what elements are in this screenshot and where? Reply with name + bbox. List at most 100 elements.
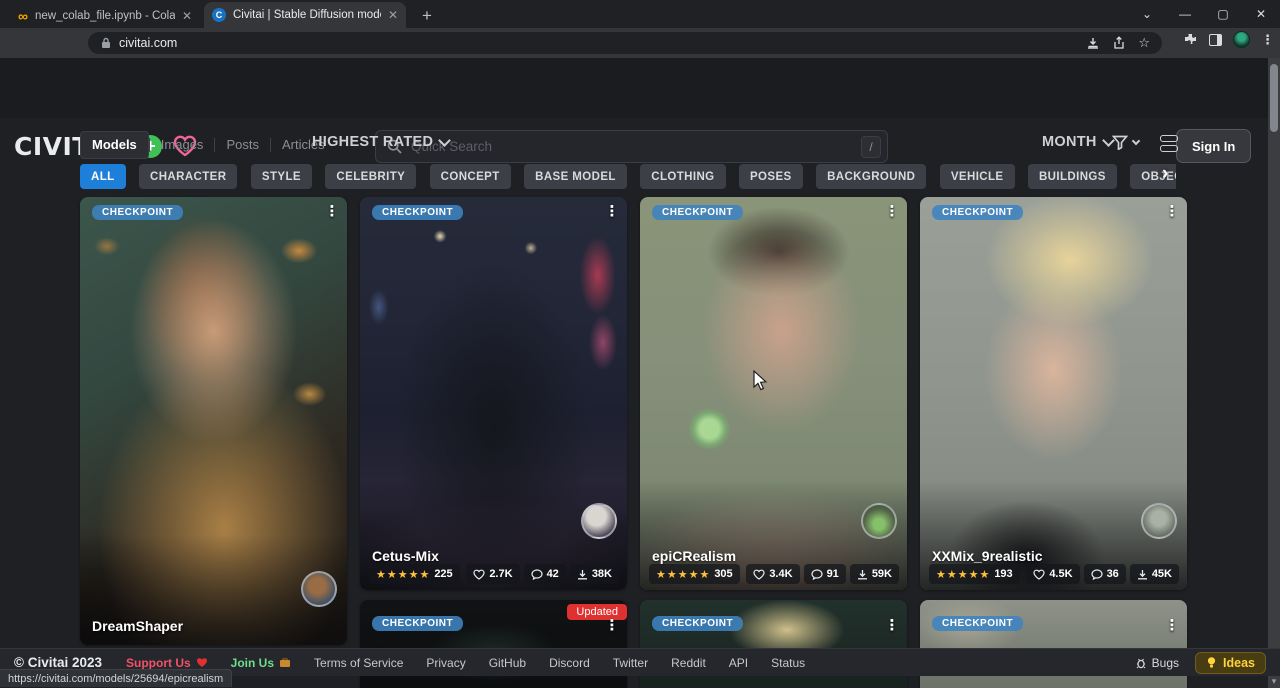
minimize-button[interactable]: — [1166, 7, 1204, 21]
model-card-xxmix9realistic[interactable]: CHECKPOINT ⋮ XXMix_9realistic 193 4.5K 3… [920, 197, 1187, 590]
scrollbar-thumb[interactable] [1270, 64, 1278, 132]
footer-link-support-us[interactable]: Support Us [126, 656, 208, 670]
footer-link-privacy[interactable]: Privacy [426, 656, 465, 670]
scrollbar-down-icon[interactable]: ▾ [1268, 676, 1280, 687]
chips-scroll-right-icon[interactable]: › [1162, 163, 1168, 185]
address-bar[interactable]: civitai.com ☆ [88, 32, 1162, 54]
footer-link-discord[interactable]: Discord [549, 656, 590, 670]
briefcase-icon [279, 657, 291, 668]
close-button[interactable]: ✕ [1242, 7, 1280, 21]
download-icon [1137, 569, 1148, 580]
star-rating-icon [936, 568, 990, 581]
card-menu-icon[interactable]: ⋮ [603, 202, 621, 220]
comment-icon [811, 569, 823, 580]
card-menu-icon[interactable]: ⋮ [883, 202, 901, 220]
bookmark-star-icon[interactable]: ☆ [1138, 36, 1150, 50]
bug-icon [1135, 657, 1147, 669]
chip-all[interactable]: ALL [80, 164, 126, 189]
footer-link-api[interactable]: API [729, 656, 748, 670]
card-menu-icon[interactable]: ⋮ [603, 616, 621, 634]
creator-avatar[interactable] [581, 503, 617, 539]
model-card-epicrealism[interactable]: CHECKPOINT ⋮ epiCRealism 305 3.4K 91 59K [640, 197, 907, 590]
footer-link-twitter[interactable]: Twitter [613, 656, 648, 670]
screen: ∞ new_colab_file.ipynb - Colaborat ✕ C C… [0, 0, 1280, 688]
model-card-dreamshaper[interactable]: CHECKPOINT ⋮ DreamShaper [80, 197, 347, 645]
browser-menu-icon[interactable]: ⋮ [1261, 32, 1274, 48]
creator-avatar[interactable] [301, 571, 337, 607]
page-scrollbar[interactable]: ▾ [1268, 58, 1280, 688]
chip-base-model[interactable]: BASE MODEL [524, 164, 627, 189]
search-input[interactable] [411, 139, 861, 154]
checkpoint-badge: CHECKPOINT [372, 616, 463, 631]
card-menu-icon[interactable]: ⋮ [323, 202, 341, 220]
footer-link-join-us[interactable]: Join Us [231, 656, 291, 670]
status-url-tooltip: https://civitai.com/models/25694/epicrea… [0, 669, 232, 687]
creator-avatar[interactable] [1141, 503, 1177, 539]
downloads-pill: 38K [570, 564, 619, 584]
filter-funnel-icon [1112, 135, 1128, 150]
sign-in-button[interactable]: Sign In [1176, 129, 1251, 163]
chip-buildings[interactable]: BUILDINGS [1028, 164, 1117, 189]
card-menu-icon[interactable]: ⋮ [883, 616, 901, 634]
heart-icon [196, 657, 208, 668]
tab-images[interactable]: Images [150, 132, 215, 158]
quick-search[interactable]: / [375, 130, 888, 163]
creator-avatar[interactable] [861, 503, 897, 539]
chip-poses[interactable]: POSES [739, 164, 803, 189]
tab-colab[interactable]: ∞ new_colab_file.ipynb - Colaborat ✕ [10, 3, 200, 28]
period-select[interactable]: MONTH [1042, 134, 1113, 150]
chip-background[interactable]: BACKGROUND [816, 164, 926, 189]
ideas-button[interactable]: Ideas [1195, 652, 1266, 674]
share-icon[interactable] [1112, 36, 1126, 50]
checkpoint-badge: CHECKPOINT [932, 205, 1023, 220]
chip-vehicle[interactable]: VEHICLE [940, 164, 1015, 189]
card-menu-icon[interactable]: ⋮ [1163, 616, 1181, 634]
chip-character[interactable]: CHARACTER [139, 164, 237, 189]
tab-civitai[interactable]: C Civitai | Stable Diffusion models, ✕ [204, 2, 406, 28]
layout-toggle-icon[interactable] [1160, 135, 1178, 152]
model-title: epiCRealism [652, 548, 736, 564]
tab-models[interactable]: Models [80, 131, 149, 159]
sidebar-icon[interactable] [1209, 34, 1222, 46]
tab-posts[interactable]: Posts [215, 132, 270, 158]
chip-objects[interactable]: OBJECTS [1130, 164, 1176, 189]
checkpoint-badge: CHECKPOINT [372, 205, 463, 220]
chip-celebrity[interactable]: CELEBRITY [325, 164, 416, 189]
likes-pill: 4.5K [1026, 564, 1079, 584]
chip-style[interactable]: STYLE [251, 164, 312, 189]
chevron-down-icon [1132, 136, 1140, 144]
footer-link-github[interactable]: GitHub [489, 656, 526, 670]
site-header: CIVITAI + / Sign In [0, 58, 1280, 118]
model-title: DreamShaper [92, 618, 183, 634]
bugs-button[interactable]: Bugs [1135, 656, 1179, 670]
civitai-favicon-icon: C [212, 8, 226, 22]
tab-search-icon[interactable]: ⌄ [1128, 7, 1166, 21]
heart-icon [1033, 569, 1045, 580]
footer-link-reddit[interactable]: Reddit [671, 656, 706, 670]
tab-close-icon[interactable]: ✕ [388, 8, 398, 22]
chip-concept[interactable]: CONCEPT [430, 164, 511, 189]
heart-icon [753, 569, 765, 580]
footer-link-terms[interactable]: Terms of Service [314, 656, 403, 670]
card-stats: 193 4.5K 36 45K [929, 564, 1179, 584]
download-icon [857, 569, 868, 580]
model-card-cetus-mix[interactable]: CHECKPOINT ⋮ Cetus-Mix 225 2.7K 42 38K [360, 197, 627, 590]
checkpoint-badge: CHECKPOINT [932, 616, 1023, 631]
profile-avatar[interactable] [1233, 31, 1250, 48]
comments-pill: 91 [804, 564, 846, 584]
extensions-puzzle-icon[interactable] [1182, 32, 1198, 48]
maximize-button[interactable]: ▢ [1204, 7, 1242, 21]
tab-title: Civitai | Stable Diffusion models, [233, 9, 381, 21]
new-tab-button[interactable]: + [416, 5, 438, 27]
colab-icon: ∞ [18, 9, 28, 23]
chip-clothing[interactable]: CLOTHING [640, 164, 725, 189]
filter-control[interactable] [1112, 135, 1139, 150]
slash-shortcut-key: / [861, 136, 881, 158]
download-icon[interactable] [1086, 36, 1100, 50]
downloads-pill: 45K [1130, 564, 1179, 584]
tab-close-icon[interactable]: ✕ [182, 9, 192, 23]
browser-tab-bar: ∞ new_colab_file.ipynb - Colaborat ✕ C C… [0, 0, 1280, 28]
sort-select[interactable]: HIGHEST RATED [312, 134, 449, 150]
card-menu-icon[interactable]: ⋮ [1163, 202, 1181, 220]
footer-link-status[interactable]: Status [771, 656, 805, 670]
